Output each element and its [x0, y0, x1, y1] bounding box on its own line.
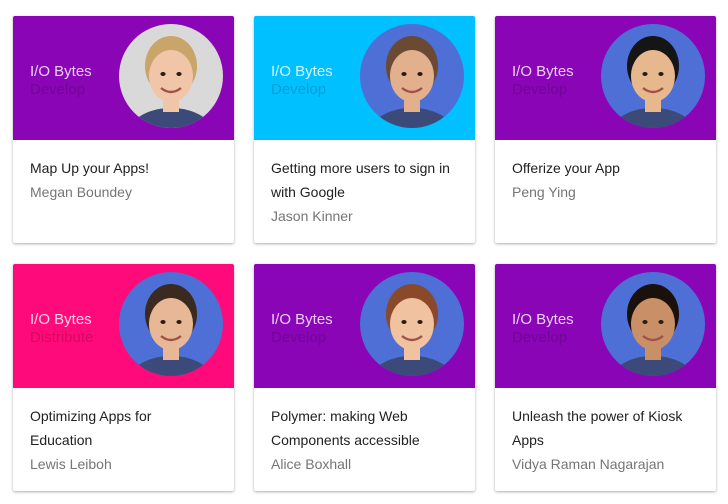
card-body: Unleash the power of Kiosk Apps Vidya Ra…	[495, 388, 716, 476]
portrait-eye	[401, 72, 407, 76]
portrait-eye	[658, 72, 664, 76]
card-banner: I/O Bytes Develop	[495, 264, 716, 388]
series-label: I/O Bytes	[271, 311, 333, 328]
portrait-eye	[642, 320, 648, 324]
speaker-avatar	[360, 272, 464, 376]
card-banner: I/O Bytes Develop	[495, 16, 716, 140]
session-title: Map Up your Apps!	[30, 160, 150, 176]
card-body: Polymer: making Web Components accessibl…	[254, 388, 475, 476]
speaker-avatar	[119, 24, 223, 128]
track-label: Develop	[30, 81, 86, 98]
track-label: Distribute	[30, 329, 94, 346]
session-card[interactable]: I/O Bytes Develop Map Up your Apps! Mega…	[13, 16, 234, 243]
portrait-face	[149, 50, 193, 102]
portrait-face	[390, 298, 434, 350]
card-body: Offerize your App Peng Ying	[495, 140, 716, 204]
track-label: Develop	[271, 81, 327, 98]
speaker-avatar	[119, 272, 223, 376]
series-label: I/O Bytes	[512, 311, 574, 328]
speaker-name: Lewis Leiboh	[30, 456, 112, 472]
portrait-eye	[160, 320, 166, 324]
session-card[interactable]: I/O Bytes Develop Unleash the power of K…	[495, 264, 716, 491]
speaker-portrait	[128, 36, 214, 128]
portrait-eye	[160, 72, 166, 76]
card-banner: I/O Bytes Develop	[254, 16, 475, 140]
speaker-portrait	[128, 284, 214, 376]
speaker-portrait	[369, 284, 455, 376]
speaker-name: Megan Boundey	[30, 184, 132, 200]
card-banner: I/O Bytes Develop	[254, 264, 475, 388]
speaker-avatar	[360, 24, 464, 128]
portrait-eye	[642, 72, 648, 76]
session-card[interactable]: I/O Bytes Distribute Optimizing Apps for…	[13, 264, 234, 491]
series-label: I/O Bytes	[271, 63, 333, 80]
session-card[interactable]: I/O Bytes Develop Polymer: making Web Co…	[254, 264, 475, 491]
session-card[interactable]: I/O Bytes Develop Getting more users to …	[254, 16, 475, 243]
session-title: Offerize your App	[512, 160, 620, 176]
session-title: Polymer: making Web Components accessibl…	[271, 408, 420, 448]
session-title: Getting more users to sign in with Googl…	[271, 160, 450, 200]
portrait-face	[631, 298, 675, 350]
speaker-portrait	[610, 36, 696, 128]
portrait-eye	[401, 320, 407, 324]
speaker-name: Alice Boxhall	[271, 456, 352, 472]
portrait-eye	[417, 72, 423, 76]
track-label: Develop	[512, 81, 568, 98]
speaker-avatar	[601, 24, 705, 128]
speaker-name: Peng Ying	[512, 184, 576, 200]
series-label: I/O Bytes	[512, 63, 574, 80]
portrait-eye	[176, 320, 182, 324]
card-body: Optimizing Apps for Education Lewis Leib…	[13, 388, 234, 476]
card-banner: I/O Bytes Develop	[13, 16, 234, 140]
speaker-portrait	[610, 284, 696, 376]
speaker-name: Vidya Raman Nagarajan	[512, 456, 665, 472]
series-label: I/O Bytes	[30, 311, 92, 328]
session-title: Unleash the power of Kiosk Apps	[512, 408, 683, 448]
portrait-eye	[176, 72, 182, 76]
portrait-eye	[417, 320, 423, 324]
speaker-avatar	[601, 272, 705, 376]
card-banner: I/O Bytes Distribute	[13, 264, 234, 388]
portrait-face	[631, 50, 675, 102]
portrait-eye	[658, 320, 664, 324]
portrait-face	[149, 298, 193, 350]
card-body: Map Up your Apps! Megan Boundey	[13, 140, 234, 204]
session-card[interactable]: I/O Bytes Develop Offerize your App Peng…	[495, 16, 716, 243]
session-grid: I/O Bytes Develop Map Up your Apps! Mega…	[0, 0, 728, 504]
speaker-portrait	[369, 36, 455, 128]
track-label: Develop	[271, 329, 327, 346]
session-title: Optimizing Apps for Education	[30, 408, 152, 448]
speaker-name: Jason Kinner	[271, 208, 353, 224]
portrait-face	[390, 50, 434, 102]
series-label: I/O Bytes	[30, 63, 92, 80]
card-body: Getting more users to sign in with Googl…	[254, 140, 475, 228]
track-label: Develop	[512, 329, 568, 346]
